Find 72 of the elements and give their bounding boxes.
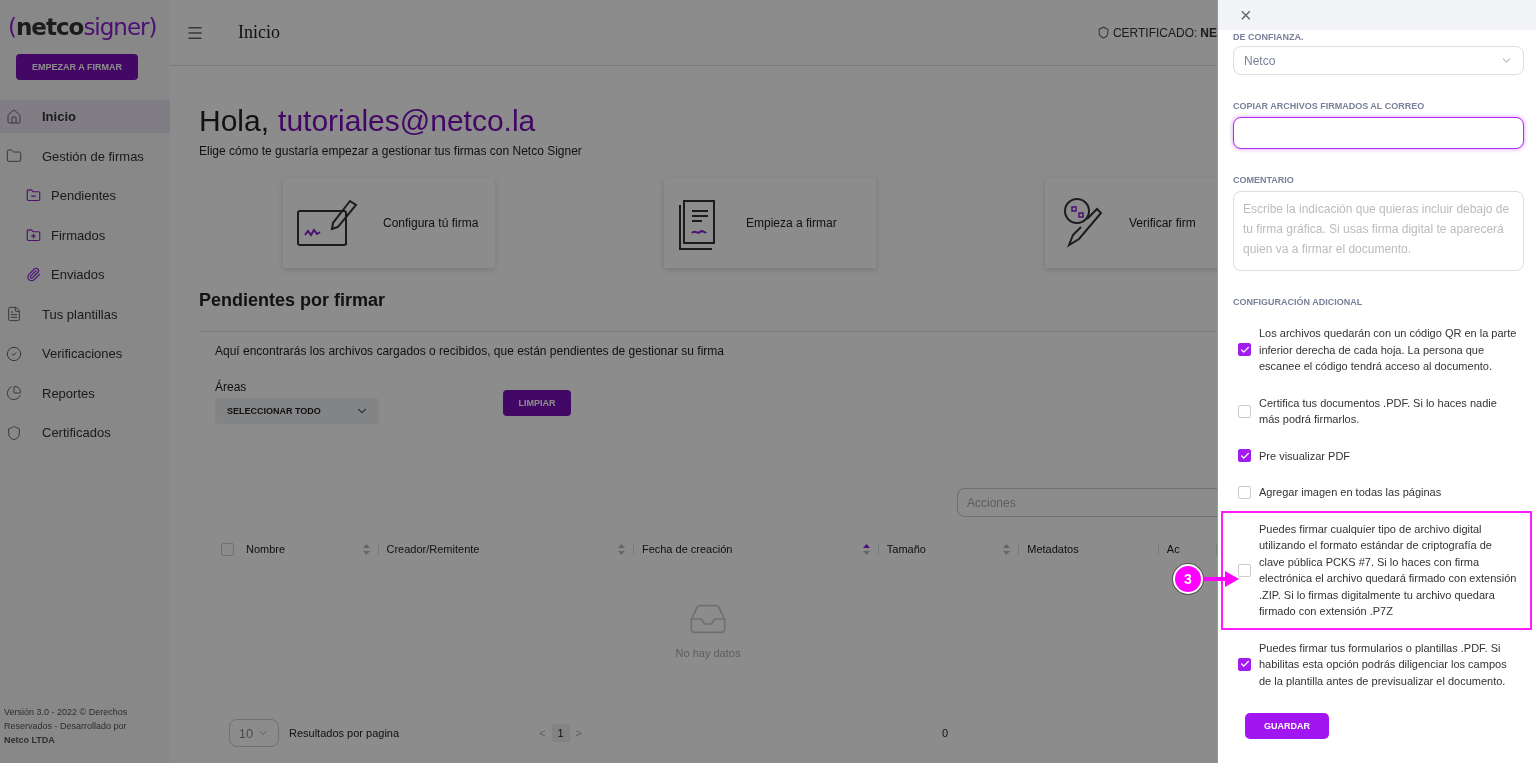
sidebar-item[interactable]: Enviados bbox=[0, 258, 170, 291]
step-badge: 3 bbox=[1173, 564, 1203, 594]
clear-button[interactable]: LIMPIAR bbox=[503, 390, 571, 416]
sort-icon[interactable] bbox=[1003, 543, 1011, 555]
shield-icon bbox=[1096, 26, 1110, 39]
field-label: COMENTARIO bbox=[1233, 175, 1295, 185]
column-header[interactable]: Fecha de creación bbox=[641, 543, 733, 555]
nav-icon bbox=[6, 306, 22, 322]
option-text: Agregar imagen en todas las páginas bbox=[1259, 485, 1442, 500]
column-header[interactable]: Creador/Remitente bbox=[386, 543, 480, 555]
copyright-text: Versión 3.0 - 2022 © Derechos Reservados - Desarrollado por Netco LTDA bbox=[3, 706, 129, 747]
card-label: Configura tú firma bbox=[383, 216, 479, 230]
page-title: Inicio bbox=[238, 22, 280, 43]
page-size-label: Resultados por pagina bbox=[289, 727, 400, 739]
greeting-text: Hola, bbox=[199, 104, 270, 138]
column-header[interactable]: Ac bbox=[1166, 543, 1180, 555]
page-size-select[interactable]: 10 bbox=[229, 719, 279, 747]
sort-icon[interactable] bbox=[617, 543, 625, 555]
section-label: CONFIGURACIÓN ADICIONAL bbox=[1233, 297, 1364, 307]
action-card[interactable]: Verificar firm bbox=[1045, 178, 1217, 268]
field-label: COPIAR ARCHIVOS FIRMADOS AL CORREO bbox=[1233, 101, 1426, 111]
nav-icon bbox=[6, 345, 22, 362]
greeting-subtitle: Elige cómo te gustaría empezar a gestionar tus firmas con Netco Signer bbox=[199, 144, 583, 158]
trust-select[interactable]: Netco bbox=[1233, 46, 1524, 75]
sidebar-item[interactable]: Gestión de firmas bbox=[0, 139, 170, 173]
option-text: Puedes firmar tus formularios o plantillas .PDF. Si habilitas esta opción podrás diligenciar los campos de la plantilla antes de previsualizar el documento. bbox=[1259, 640, 1508, 689]
sidebar-item[interactable]: Reportes bbox=[0, 376, 170, 410]
sort-icon[interactable] bbox=[362, 543, 370, 555]
column-header[interactable]: Metadatos bbox=[1027, 543, 1079, 555]
comment-field[interactable]: Escribe la indicación que quieras incluir debajo de tu firma gráfica. Si usas firma digital te aparecerá quien va a firmar el documento. bbox=[1233, 191, 1524, 271]
option-checkbox[interactable] bbox=[1238, 449, 1251, 463]
save-button[interactable]: GUARDAR bbox=[1245, 713, 1329, 739]
start-signing-button[interactable]: EMPEZAR A FIRMAR bbox=[16, 54, 138, 80]
action-card[interactable]: Configura tú firma bbox=[283, 178, 495, 268]
option-text: Puedes firmar cualquier tipo de archivo digital utilizando el formato estándar de criptografía de clave pública PCKS #7. Si lo haces con firma electrónica el archivo quedará firmado con extensión .ZIP. Si lo firmas digitalmente tu archivo quedara firmado con extensión .P7Z bbox=[1259, 521, 1518, 619]
sidebar-item[interactable]: Certificados bbox=[0, 416, 170, 449]
nav-icon bbox=[6, 108, 22, 125]
action-card[interactable]: Empieza a firmar bbox=[664, 178, 876, 268]
section-description: Aquí encontrarás los archivos cargados o recibidos, que están pendientes de gestionar su firma bbox=[215, 344, 725, 358]
sort-icon[interactable] bbox=[862, 543, 870, 555]
option-text: Los archivos quedarán con un código QR en la parte inferior derecha de cada hoja. La persona que escanee el código tendrá acceso al documento. bbox=[1259, 326, 1518, 374]
areas-label: Áreas bbox=[215, 380, 248, 394]
field-label: DE CONFIANZA. bbox=[1233, 32, 1305, 42]
column-header[interactable]: Nombre bbox=[246, 543, 286, 555]
email-input[interactable] bbox=[1233, 117, 1524, 149]
section-title: Pendientes por firmar bbox=[199, 290, 387, 311]
select-all-checkbox[interactable] bbox=[221, 542, 234, 556]
sidebar-item[interactable]: Verificaciones bbox=[0, 337, 170, 370]
certificate-value: NE bbox=[1200, 25, 1217, 40]
page-number[interactable]: 1 bbox=[551, 724, 570, 742]
nav-icon bbox=[6, 385, 22, 401]
close-button[interactable]: × bbox=[1240, 5, 1252, 25]
total-count: 0 bbox=[941, 727, 949, 739]
areas-select[interactable]: SELECCIONAR TODO bbox=[215, 398, 379, 424]
signature-pad-icon bbox=[297, 199, 359, 247]
sidebar-item[interactable]: Tus plantillas bbox=[0, 297, 170, 331]
option-text: Pre visualizar PDF bbox=[1259, 448, 1351, 464]
nav-icon bbox=[6, 424, 22, 441]
sidebar-item[interactable]: Firmados bbox=[0, 218, 170, 252]
option-text: Certifica tus documentos .PDF. Si lo haces nadie más podrá firmarlos. bbox=[1259, 395, 1498, 427]
option-checkbox[interactable] bbox=[1238, 343, 1251, 357]
user-email: tutoriales@netco.la bbox=[278, 104, 536, 138]
column-header[interactable]: Tamaño bbox=[886, 543, 926, 555]
option-checkbox[interactable] bbox=[1238, 657, 1251, 671]
nav-icon bbox=[6, 148, 22, 164]
certificate-label: CERTIFICADO: bbox=[1112, 25, 1198, 40]
logo: (netcosigner) bbox=[7, 13, 158, 40]
card-label: Empieza a firmar bbox=[746, 216, 837, 230]
sidebar-item[interactable]: Inicio bbox=[0, 100, 170, 133]
card-label: Verificar firm bbox=[1129, 216, 1196, 230]
sidebar-item[interactable]: Pendientes bbox=[0, 179, 170, 212]
pointer-arrow bbox=[1203, 571, 1239, 587]
